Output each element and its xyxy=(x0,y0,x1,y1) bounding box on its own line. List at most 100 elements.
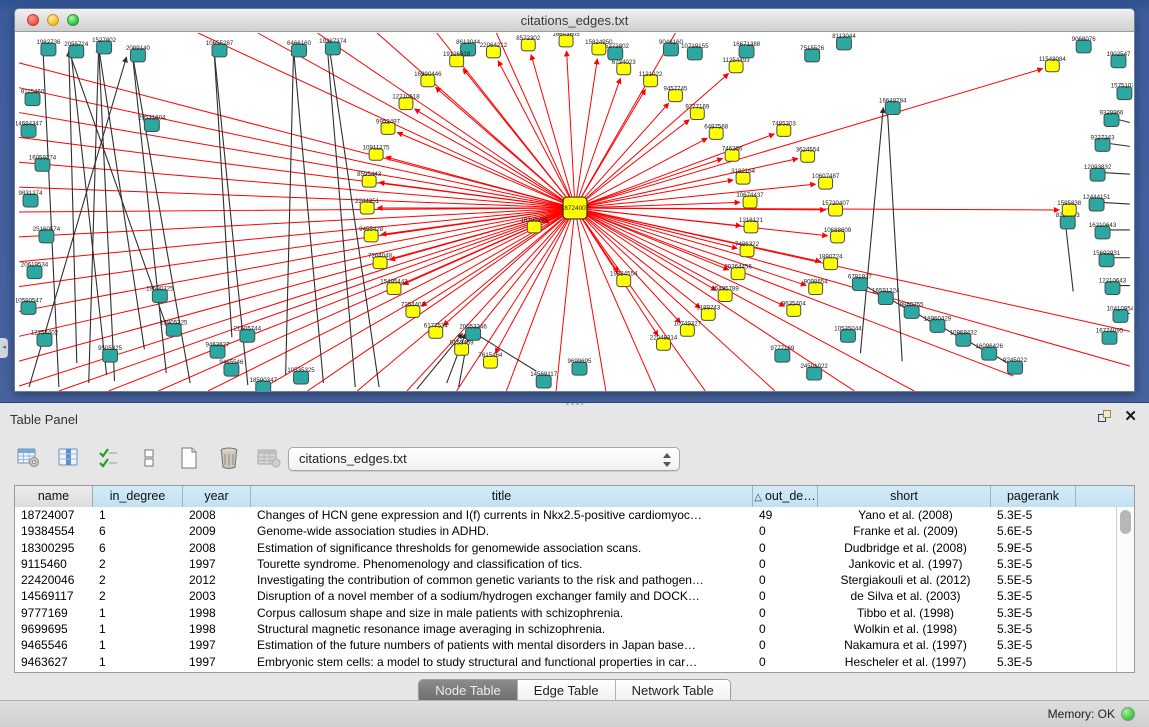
table-row[interactable]: 911546021997Tourette syndrome. Phenomeno… xyxy=(15,556,1116,572)
graph-node[interactable]: 7615464 xyxy=(478,352,503,368)
table-row[interactable]: 1830029562008Estimation of significance … xyxy=(15,540,1116,556)
graph-node[interactable]: 16643605 xyxy=(552,33,580,47)
cell-short[interactable]: de Silva et al. (2003) xyxy=(818,588,991,604)
cell-in_degree[interactable]: 1 xyxy=(93,637,183,653)
memory-indicator-icon[interactable] xyxy=(1121,707,1135,721)
graph-node[interactable]: 9831274 xyxy=(19,190,44,207)
graph-node[interactable]: 11548084 xyxy=(1039,56,1067,72)
cell-pagerank[interactable]: 5.3E-5 xyxy=(991,588,1076,604)
graph-node[interactable]: 19126818 xyxy=(443,51,471,67)
tab-edge-table[interactable]: Edge Table xyxy=(518,680,616,702)
graph-node[interactable]: 9952497 xyxy=(376,118,401,134)
table-row[interactable]: 1456911722003Disruption of a novel membe… xyxy=(15,588,1116,604)
graph-node[interactable]: 15495789 xyxy=(711,286,739,302)
cell-title[interactable]: Changes of HCN gene expression and I(f) … xyxy=(251,507,753,523)
graph-node[interactable]: 7485303 xyxy=(772,120,797,136)
cell-in_degree[interactable]: 1 xyxy=(93,654,183,670)
graph-node[interactable]: 9329966 xyxy=(1100,110,1125,127)
cell-pagerank[interactable]: 5.3E-5 xyxy=(991,507,1076,523)
cell-title[interactable]: Tourette syndrome. Phenomenology and cla… xyxy=(251,556,753,572)
table-selector-dropdown[interactable]: citations_edges.txt xyxy=(288,447,680,471)
graph-node[interactable]: 1216121 xyxy=(739,217,764,233)
cell-out_de[interactable]: 0 xyxy=(753,605,818,621)
cell-short[interactable]: Jankovic et al. (1997) xyxy=(818,556,991,572)
cell-short[interactable]: Nakamura et al. (1997) xyxy=(818,637,991,653)
window-titlebar[interactable]: citations_edges.txt xyxy=(15,9,1134,32)
citation-network-graph[interactable]: 1982736205572415278022089140106552876466… xyxy=(16,33,1133,391)
graph-node[interactable]: 1982736 xyxy=(36,39,61,56)
cell-pagerank[interactable]: 5.6E-5 xyxy=(991,523,1076,539)
cell-short[interactable]: Wolkin et al. (1998) xyxy=(818,621,991,637)
cell-year[interactable]: 1997 xyxy=(183,637,251,653)
graph-node[interactable]: 11254493 xyxy=(723,57,751,73)
network-canvas[interactable]: 1982736205572415278022089140106552876466… xyxy=(16,33,1133,391)
graph-node[interactable]: 10749327 xyxy=(674,320,702,336)
cell-name[interactable]: 9465546 xyxy=(15,637,93,653)
graph-node[interactable]: 10719155 xyxy=(681,43,709,60)
graph-node-hub[interactable]: 18724007 xyxy=(561,197,590,219)
graph-node[interactable]: 10535044 xyxy=(834,325,862,342)
table-row[interactable]: 977716911998Corpus callosum shape and si… xyxy=(15,605,1116,621)
cell-year[interactable]: 1997 xyxy=(183,556,251,572)
graph-node[interactable]: 16059274 xyxy=(29,154,57,171)
cell-name[interactable]: 19384554 xyxy=(15,523,93,539)
cell-pagerank[interactable]: 5.3E-5 xyxy=(991,654,1076,670)
cell-name[interactable]: 9463627 xyxy=(15,654,93,670)
graph-node[interactable]: 9457745 xyxy=(663,86,688,102)
cell-filler[interactable] xyxy=(1076,523,1116,539)
graph-node[interactable]: 19387374 xyxy=(319,38,347,55)
graph-node[interactable]: 6734023 xyxy=(612,59,637,75)
cell-in_degree[interactable]: 6 xyxy=(93,540,183,556)
cell-year[interactable]: 1998 xyxy=(183,621,251,637)
cell-filler[interactable] xyxy=(1076,605,1116,621)
cell-filler[interactable] xyxy=(1076,654,1116,670)
graph-node[interactable]: 2244851 xyxy=(355,198,380,214)
graph-node[interactable]: 25160574 xyxy=(33,226,61,243)
cell-filler[interactable] xyxy=(1076,588,1116,604)
cell-title[interactable]: Structural magnetic resonance image aver… xyxy=(251,621,753,637)
graph-node[interactable]: 10535325 xyxy=(287,367,315,384)
cell-name[interactable]: 22420046 xyxy=(15,572,93,588)
column-header-short[interactable]: short xyxy=(818,486,991,507)
cell-year[interactable]: 1997 xyxy=(183,654,251,670)
cell-out_de[interactable]: 0 xyxy=(753,654,818,670)
cell-name[interactable]: 18300295 xyxy=(15,540,93,556)
cell-title[interactable]: Genome-wide association studies in ADHD. xyxy=(251,523,753,539)
graph-node[interactable]: 22048314 xyxy=(650,334,678,350)
table-row[interactable]: 946362711997Embryonic stem cells: a mode… xyxy=(15,654,1116,670)
cell-year[interactable]: 2008 xyxy=(183,540,251,556)
graph-node[interactable]: 9046160 xyxy=(659,39,684,56)
cell-short[interactable]: Franke et al. (2009) xyxy=(818,523,991,539)
graph-node[interactable]: 7204048 xyxy=(368,253,393,269)
cell-in_degree[interactable]: 2 xyxy=(93,572,183,588)
graph-node[interactable]: 9699695 xyxy=(567,358,592,375)
graph-node[interactable]: 6466160 xyxy=(287,40,312,57)
cell-short[interactable]: Hescheler et al. (1997) xyxy=(818,654,991,670)
graph-node[interactable]: 14569117 xyxy=(530,371,558,388)
graph-node[interactable]: 2089140 xyxy=(126,45,151,62)
cell-short[interactable]: Yano et al. (2008) xyxy=(818,507,991,523)
delete-table-icon[interactable] xyxy=(216,445,242,471)
cell-filler[interactable] xyxy=(1076,556,1116,572)
graph-node[interactable]: 10688609 xyxy=(824,227,852,243)
panel-collapse-arrow[interactable]: ◂ xyxy=(0,338,8,358)
cell-title[interactable]: Estimation of the future numbers of pati… xyxy=(251,637,753,653)
graph-node[interactable]: 2055724 xyxy=(64,41,89,58)
cell-filler[interactable] xyxy=(1076,621,1116,637)
column-header-out_de[interactable]: △out_de… xyxy=(753,486,818,507)
cell-pagerank[interactable]: 5.3E-5 xyxy=(991,637,1076,653)
cell-short[interactable]: Stergiakouli et al. (2012) xyxy=(818,572,991,588)
graph-node[interactable]: 9068076 xyxy=(1072,36,1097,53)
graph-node[interactable]: 7254402 xyxy=(401,301,426,317)
graph-node[interactable]: 9245022 xyxy=(1003,357,1028,374)
graph-node[interactable]: 5189743 xyxy=(696,304,721,320)
cell-name[interactable]: 18724007 xyxy=(15,507,93,523)
graph-node[interactable]: 8595443 xyxy=(357,171,382,187)
cell-title[interactable]: Estimation of significance thresholds fo… xyxy=(251,540,753,556)
cell-title[interactable]: Disruption of a novel member of a sodium… xyxy=(251,588,753,604)
cell-short[interactable]: Tibbo et al. (1998) xyxy=(818,605,991,621)
graph-node[interactable]: 9227343 xyxy=(1091,134,1116,151)
cell-name[interactable]: 9777169 xyxy=(15,605,93,621)
graph-node[interactable]: 9777169 xyxy=(770,345,795,362)
cell-title[interactable]: Corpus callosum shape and size in male p… xyxy=(251,605,753,621)
